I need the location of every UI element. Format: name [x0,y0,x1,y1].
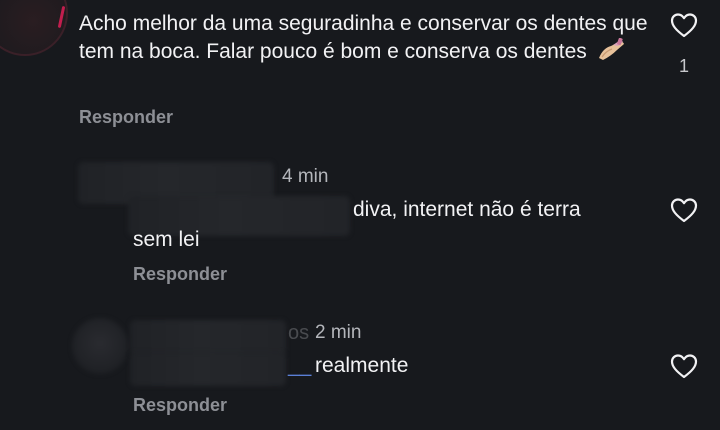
reply-time: 4 min [282,166,329,187]
reply-button[interactable]: Responder [133,264,227,285]
nail-polish-emoji-icon [597,37,627,62]
avatar[interactable] [0,0,68,56]
redacted-mention [130,352,286,386]
redacted-username [130,320,286,356]
reply-text: realmente [315,354,409,377]
heart-outline-icon[interactable] [670,12,698,38]
reply-button[interactable]: Responder [79,107,173,128]
avatar[interactable] [72,318,128,374]
heart-outline-icon[interactable] [670,353,698,379]
mention-link[interactable]: __ [288,354,311,378]
comment-body: Acho melhor da uma seguradinha e conserv… [79,10,649,66]
comment-text: Acho melhor da uma seguradinha e conserv… [79,12,648,63]
reply-time: 2 min [315,322,362,343]
reply-text-continued: sem lei [133,228,200,248]
heart-outline-icon[interactable] [670,197,698,223]
reply-text: diva, internet não é terra [353,198,581,221]
like-count[interactable]: 1 [679,56,689,77]
reply-time-prefix: os [288,322,310,344]
reply-button[interactable]: Responder [133,395,227,416]
